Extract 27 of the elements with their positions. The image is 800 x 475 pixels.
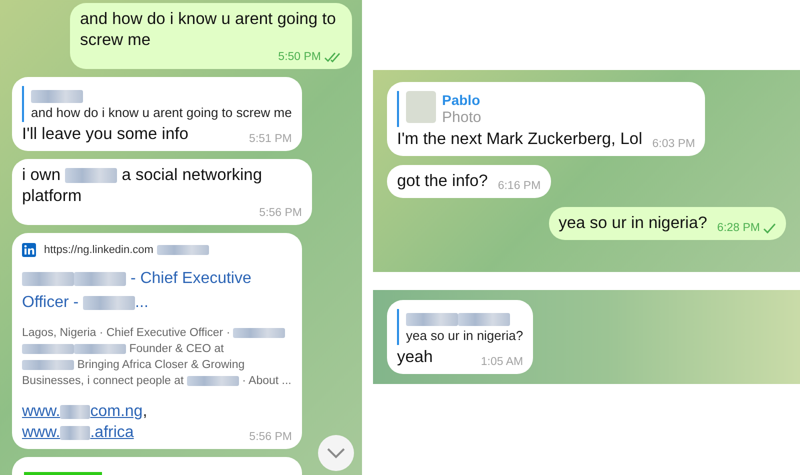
message-time: 5:51 PM <box>249 133 292 145</box>
scroll-down-button[interactable] <box>318 435 354 471</box>
website-link[interactable]: www. .africa <box>22 422 148 443</box>
reply-sender: Pablo <box>442 91 480 109</box>
message-text: got the info? <box>397 171 488 192</box>
message-text: yea so ur in nigeria? <box>558 213 708 234</box>
message-text: and how do i know u arent going to screw me <box>80 9 337 51</box>
link-url[interactable]: https://ng.linkedin.com <box>44 244 209 256</box>
message-text: I'm the next Mark Zuckerberg, Lol <box>397 129 642 150</box>
message-text: I'll leave you some info <box>22 124 188 145</box>
message-time: 1:05 AM <box>480 356 524 368</box>
quoted-text: and how do i know u arent going to screw me <box>31 104 292 122</box>
link-description: Lagos, Nigeria · Chief Executive Officer · Founder & CEO at Bringing Africa Closer & Growing Businesses, i connect people at · About ... <box>22 326 292 389</box>
message-time: 5:56 PM <box>249 431 292 443</box>
message-time: 5:56 PM <box>259 207 302 219</box>
quoted-text: yea so ur in nigeria? <box>406 327 524 345</box>
message-time: 6:28 PM <box>717 222 760 234</box>
link-title[interactable]: - Chief Executive Officer - ... <box>22 267 292 315</box>
message-text: yeah <box>397 347 433 368</box>
message-text: i own a social networking platform <box>22 165 264 207</box>
message-time: 6:16 PM <box>498 180 541 192</box>
website-link[interactable]: www. com.ng, <box>22 401 148 422</box>
linkedin-logo-icon <box>22 243 36 257</box>
message-time: 6:03 PM <box>652 138 696 150</box>
chevron-down-icon <box>326 447 346 459</box>
quoted-text: Photo <box>442 109 482 127</box>
message-time: 5:50 PM <box>278 51 321 63</box>
